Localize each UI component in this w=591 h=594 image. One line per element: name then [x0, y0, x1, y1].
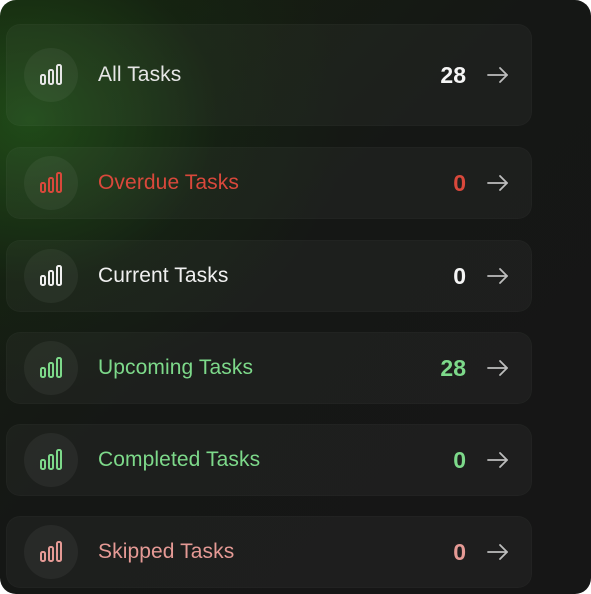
arrow-right-icon[interactable] [486, 540, 510, 564]
row-count: 0 [453, 262, 466, 289]
signal-bars-icon [24, 341, 78, 395]
signal-bars-icon [24, 48, 78, 102]
row-count: 0 [453, 446, 466, 473]
row-label: Skipped Tasks [98, 540, 235, 563]
row-count: 0 [453, 169, 466, 196]
task-summary-panel: All Tasks 28 Overdue Tasks 0 Current Tas… [0, 0, 591, 594]
arrow-right-icon[interactable] [486, 356, 510, 380]
row-count: 28 [440, 354, 466, 381]
arrow-right-icon[interactable] [486, 171, 510, 195]
row-upcoming-tasks[interactable]: Upcoming Tasks 28 [6, 332, 532, 404]
signal-bars-icon [24, 249, 78, 303]
row-label: Upcoming Tasks [98, 356, 254, 379]
arrow-right-icon[interactable] [486, 264, 510, 288]
signal-bars-icon [24, 433, 78, 487]
row-overdue-tasks[interactable]: Overdue Tasks 0 [6, 147, 532, 219]
row-skipped-tasks[interactable]: Skipped Tasks 0 [6, 516, 532, 588]
arrow-right-icon[interactable] [486, 63, 510, 87]
row-completed-tasks[interactable]: Completed Tasks 0 [6, 424, 532, 496]
row-label: Current Tasks [98, 264, 229, 287]
row-count: 0 [453, 538, 466, 565]
row-count: 28 [440, 61, 466, 88]
row-label: Completed Tasks [98, 448, 261, 471]
row-label: All Tasks [98, 63, 182, 86]
signal-bars-icon [24, 525, 78, 579]
row-all-tasks[interactable]: All Tasks 28 [6, 24, 532, 126]
arrow-right-icon[interactable] [486, 448, 510, 472]
signal-bars-icon [24, 156, 78, 210]
row-current-tasks[interactable]: Current Tasks 0 [6, 240, 532, 312]
row-label: Overdue Tasks [98, 171, 239, 194]
